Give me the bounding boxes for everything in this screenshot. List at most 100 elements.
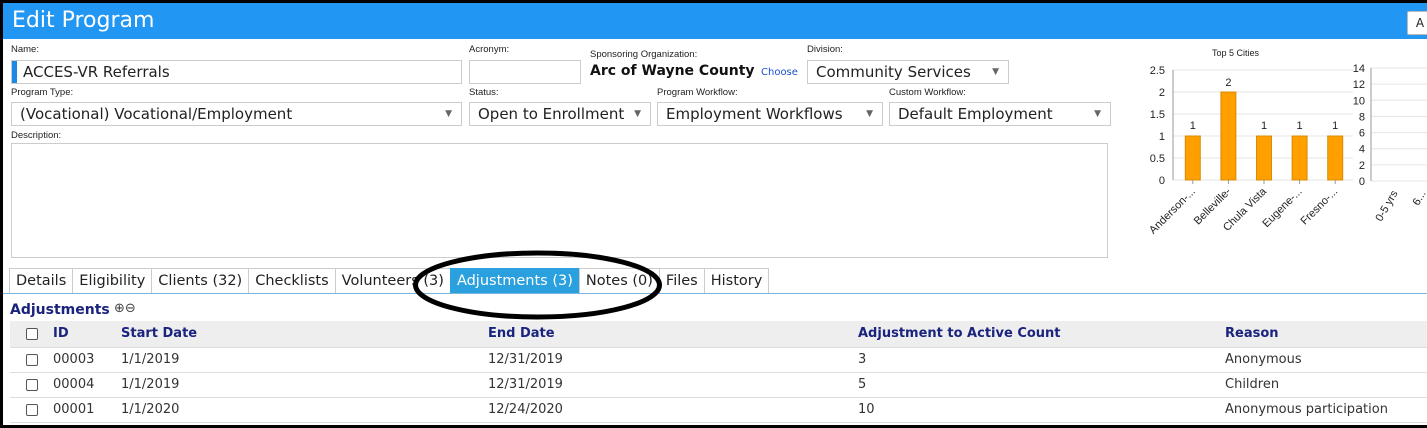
column-header-reason[interactable]: Reason — [1225, 321, 1279, 347]
column-header-end-date[interactable]: End Date — [488, 321, 555, 347]
required-marker — [12, 61, 17, 83]
cell-start-date: 1/1/2019 — [121, 352, 180, 367]
data-label: 1 — [1190, 120, 1196, 132]
tab-details[interactable]: Details — [9, 268, 73, 294]
division-select[interactable]: Community Services ▼ — [807, 60, 1009, 84]
x-tick-label: Anderson-... — [1147, 186, 1198, 237]
cell-id: 00004 — [53, 377, 95, 392]
division-label: Division: — [807, 44, 843, 55]
tab-checklists[interactable]: Checklists — [248, 268, 335, 294]
bar — [1327, 135, 1344, 181]
corner-button[interactable]: A — [1407, 11, 1427, 35]
table-row[interactable]: 00003 1/1/2019 12/31/2019 3 Anonymous — [10, 348, 1427, 373]
cell-adjustment: 10 — [858, 402, 875, 417]
acronym-field[interactable] — [469, 60, 581, 84]
y-tick-label: 12 — [1353, 79, 1365, 91]
tab-history[interactable]: History — [703, 268, 770, 294]
bar — [1184, 135, 1201, 181]
program-workflow-label: Program Workflow: — [657, 87, 738, 98]
sponsor-label: Sponsoring Organization: — [590, 49, 698, 60]
program-workflow-select[interactable]: Employment Workflows ▼ — [657, 102, 883, 126]
cell-end-date: 12/31/2019 — [488, 377, 563, 392]
row-checkbox[interactable] — [26, 404, 38, 416]
age-chart: 0 2 4 6 8 10 12 14 0-5 yrs 6... — [1353, 63, 1427, 224]
y-tick-label: 2 — [1159, 87, 1165, 99]
row-checkbox[interactable] — [26, 379, 38, 391]
column-header-adjustment[interactable]: Adjustment to Active Count — [858, 321, 1061, 347]
table-header-row: ID Start Date End Date Adjustment to Act… — [10, 321, 1427, 348]
table-row[interactable]: 00004 1/1/2019 12/31/2019 5 Children — [10, 373, 1427, 398]
y-tick-label: 1 — [1159, 131, 1165, 143]
y-tick-label: 14 — [1353, 63, 1365, 75]
y-tick-label: 4 — [1359, 144, 1365, 156]
y-tick-label: 2 — [1359, 160, 1365, 172]
name-field[interactable]: ACCES-VR Referrals — [11, 60, 462, 84]
minus-circle-icon[interactable]: ⊖ — [125, 301, 136, 316]
custom-workflow-select[interactable]: Default Employment ▼ — [889, 102, 1111, 126]
cell-reason: Anonymous — [1225, 352, 1302, 367]
adjustments-table: ID Start Date End Date Adjustment to Act… — [10, 321, 1427, 423]
data-label: 2 — [1225, 77, 1231, 89]
y-tick-label: 8 — [1359, 111, 1365, 123]
cell-reason: Children — [1225, 377, 1280, 392]
column-header-start-date[interactable]: Start Date — [121, 321, 197, 347]
bar — [1220, 91, 1237, 181]
y-tick-label: 6 — [1359, 128, 1365, 140]
cell-end-date: 12/31/2019 — [488, 352, 563, 367]
chart-title: Top 5 Cities — [1212, 48, 1260, 58]
adjustments-actions: ⊕⊖ — [114, 301, 136, 316]
chevron-down-icon: ▼ — [634, 109, 641, 119]
name-value: ACCES-VR Referrals — [23, 63, 170, 81]
status-value: Open to Enrollment — [478, 105, 625, 123]
chevron-down-icon: ▼ — [1094, 109, 1101, 119]
program-type-label: Program Type: — [11, 87, 74, 98]
name-label: Name: — [11, 44, 39, 55]
sponsor-value: Arc of Wayne County — [590, 63, 755, 79]
custom-workflow-label: Custom Workflow: — [889, 87, 966, 98]
program-workflow-value: Employment Workflows — [666, 105, 843, 123]
tab-eligibility[interactable]: Eligibility — [72, 268, 152, 294]
y-tick-label: 1.5 — [1150, 109, 1165, 121]
y-tick-label: 0.5 — [1150, 153, 1165, 165]
description-textarea[interactable] — [11, 143, 1108, 258]
cell-adjustment: 3 — [858, 352, 867, 367]
top-cities-chart: 00.511.522.51Anderson-...2Belleville-1Ch… — [1147, 65, 1353, 237]
data-label: 1 — [1332, 120, 1338, 132]
row-checkbox[interactable] — [26, 354, 38, 366]
x-tick-label: 6... — [1411, 189, 1427, 208]
status-label: Status: — [469, 87, 499, 98]
tab-underline — [3, 293, 1427, 294]
status-select[interactable]: Open to Enrollment ▼ — [469, 102, 651, 126]
choose-sponsor-link[interactable]: Choose — [761, 67, 798, 78]
plus-circle-icon[interactable]: ⊕ — [114, 301, 125, 316]
division-value: Community Services — [816, 63, 971, 81]
table-row[interactable]: 00001 1/1/2020 12/24/2020 10 Anonymous p… — [10, 398, 1427, 423]
adjustments-heading: Adjustments — [10, 302, 110, 318]
program-type-value: (Vocational) Vocational/Employment — [20, 105, 293, 123]
x-tick-label: 0-5 yrs — [1373, 188, 1400, 224]
y-tick-label: 2.5 — [1150, 65, 1165, 77]
chevron-down-icon: ▼ — [866, 109, 873, 119]
highlight-oval — [413, 250, 662, 320]
bar — [1256, 135, 1272, 181]
description-label: Description: — [11, 130, 62, 141]
cell-start-date: 1/1/2019 — [121, 377, 180, 392]
column-header-id[interactable]: ID — [53, 321, 69, 347]
y-tick-label: 10 — [1353, 95, 1365, 107]
tab-files[interactable]: Files — [658, 268, 704, 294]
cell-start-date: 1/1/2020 — [121, 402, 180, 417]
y-tick-label: 0 — [1159, 175, 1165, 187]
cell-reason: Anonymous participation — [1225, 402, 1388, 417]
x-tick-label: Fresno-... — [1299, 186, 1341, 228]
data-label: 1 — [1297, 120, 1303, 132]
y-tick-label: 0 — [1359, 176, 1365, 188]
tab-clients-32[interactable]: Clients (32) — [151, 268, 249, 294]
data-label: 1 — [1261, 120, 1267, 132]
cell-end-date: 12/24/2020 — [488, 402, 563, 417]
chevron-down-icon: ▼ — [445, 109, 452, 119]
custom-workflow-value: Default Employment — [898, 105, 1053, 123]
cell-adjustment: 5 — [858, 377, 867, 392]
bar — [1291, 135, 1308, 181]
program-type-select[interactable]: (Vocational) Vocational/Employment ▼ — [11, 102, 462, 126]
select-all-checkbox[interactable] — [26, 328, 38, 340]
